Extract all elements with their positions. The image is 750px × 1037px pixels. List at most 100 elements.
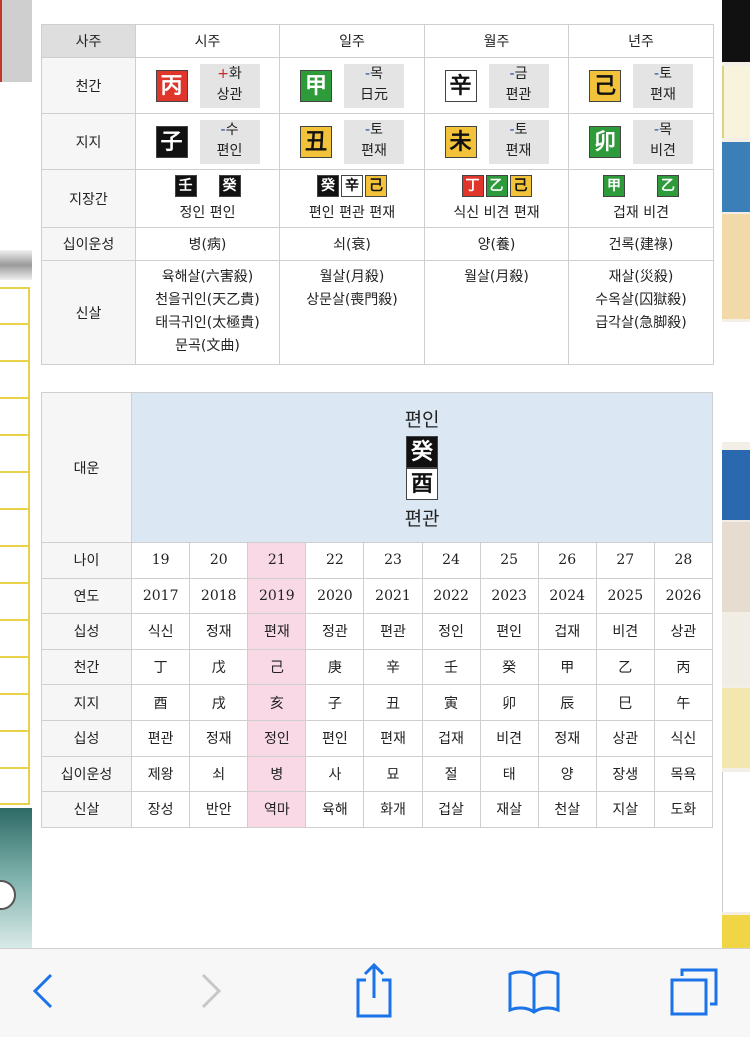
daeun-stem-god-cell: 상관 — [653, 613, 714, 650]
daeun-age-cell: 24 — [421, 542, 481, 579]
jijanggan-gods: 편인 편관 편재 — [308, 205, 396, 221]
daeun-year-cell: 2024 — [537, 577, 597, 615]
jijanggan-cell: 壬癸 정인 편인 — [135, 169, 280, 228]
stem-char: 辛 — [444, 69, 477, 102]
unseong-cell: 건록(建祿) — [568, 227, 714, 261]
daeun-year-cell: 2019 — [247, 577, 307, 615]
jiji-cell: 丑 -토 편재 — [279, 113, 425, 170]
daeun-branch-cell: 辰 — [537, 684, 597, 721]
cheongan-cell: 辛 -금 편관 — [424, 57, 569, 114]
daeun-stem-cell: 癸 — [479, 648, 539, 686]
daeun-stem-cell: 壬 — [421, 648, 481, 686]
daeun-stem-cell: 己 — [247, 648, 307, 686]
daeun-year-cell: 2026 — [653, 577, 714, 615]
saju-table: 사주 시주 일주 월주 년주 천간 丙 +화 상관 甲 -목 日元 辛 -금 편관 己 -토 편… — [41, 24, 714, 365]
header-wolju: 월주 — [424, 24, 569, 58]
row-label-jijanggan: 지장간 — [41, 169, 136, 228]
daeun-unseong-cell: 사 — [305, 755, 365, 793]
jiji-cell: 卯 -목 비견 — [568, 113, 714, 170]
stem-char: 己 — [589, 69, 621, 102]
row-label-jiji: 지지 — [41, 113, 136, 170]
header-saju: 사주 — [41, 24, 136, 58]
daeun-branch-cell: 亥 — [247, 684, 307, 721]
daeun-branch-cell: 卯 — [479, 684, 539, 721]
sinsal-cell: 재살(災殺) 수옥살(囚獄殺) 급각살(急脚殺) — [568, 260, 714, 365]
header-ilju: 일주 — [279, 24, 425, 58]
forward-button[interactable] — [180, 961, 240, 1021]
daeun-age-cell: 19 — [131, 542, 191, 579]
jijanggan-gods: 정인 편인 — [179, 205, 236, 221]
daeun-branch-god-cell: 정재 — [189, 719, 249, 757]
daeun-stem-cell: 戊 — [189, 648, 249, 686]
daeun-age-cell: 21 — [247, 542, 307, 579]
share-icon — [356, 962, 392, 1018]
daeun-age-cell: 25 — [479, 542, 539, 579]
tabs-icon — [670, 968, 718, 1016]
daeun-stem-god-cell: 정재 — [189, 613, 249, 650]
left-page-fragment — [0, 0, 32, 948]
branch-info: -토 편재 — [344, 119, 404, 164]
unseong-cell: 쇠(衰) — [279, 227, 425, 261]
right-ad-fragment — [722, 0, 750, 948]
daeun-stem-god-cell: 정관 — [305, 613, 365, 650]
daeun-sinsal-cell: 역마 — [247, 791, 307, 828]
row-label-age: 나이 — [40, 542, 133, 579]
daeun-unseong-cell: 묘 — [363, 755, 423, 793]
daeun-age-cell: 28 — [653, 542, 714, 579]
header-nyeonju: 년주 — [568, 24, 714, 58]
daeun-sinsal-cell: 도화 — [653, 791, 714, 828]
branch-char: 子 — [155, 125, 188, 158]
back-icon — [32, 973, 53, 1009]
daeun-stem-cell: 丁 — [131, 648, 191, 686]
branch-info: -수 편인 — [199, 119, 260, 164]
stem-char: 甲 — [300, 69, 332, 102]
daeun-branch-god-cell: 상관 — [595, 719, 655, 757]
daeun-sinsal-cell: 천살 — [537, 791, 597, 828]
browser-toolbar — [0, 948, 750, 1037]
branch-info: -토 편재 — [488, 119, 549, 164]
daeun-sinsal-cell: 장성 — [131, 791, 191, 828]
daeun-sinsal-cell: 재살 — [479, 791, 539, 828]
bookmarks-button[interactable] — [504, 961, 564, 1021]
branch-info: -목 비견 — [633, 119, 693, 164]
daeun-label: 대운 — [40, 392, 133, 543]
daeun-branch-cell: 丑 — [363, 684, 423, 721]
daeun-top-god: 편인 — [404, 408, 440, 431]
daeun-stem: 癸 — [406, 435, 439, 468]
daeun-stem-god-cell: 편관 — [363, 613, 423, 650]
daeun-unseong-cell: 병 — [247, 755, 307, 793]
daeun-branch-cell: 寅 — [421, 684, 481, 721]
daeun-age-cell: 27 — [595, 542, 655, 579]
daeun-stem-god-cell: 식신 — [131, 613, 191, 650]
row-label-sinsal: 신살 — [40, 791, 133, 828]
daeun-branch-cell: 子 — [305, 684, 365, 721]
daeun-unseong-cell: 쇠 — [189, 755, 249, 793]
forward-icon — [201, 973, 222, 1009]
daeun-branch-god-cell: 정인 — [247, 719, 307, 757]
daeun-year-cell: 2022 — [421, 577, 481, 615]
header-siju: 시주 — [135, 24, 280, 58]
daeun-branch-cell: 午 — [653, 684, 714, 721]
branch-char: 卯 — [589, 125, 621, 158]
daeun-stem-god-cell: 편재 — [247, 613, 307, 650]
stem-info: -토 편재 — [633, 63, 693, 108]
share-button[interactable] — [344, 961, 404, 1021]
daeun-table: 대운 편인 癸 酉 편관 나이 19 20 21 22 23 24 25 26 27 28 연도 201… — [40, 392, 714, 828]
row-label-year: 연도 — [40, 577, 133, 615]
stem-char: 丙 — [155, 69, 188, 102]
unseong-cell: 병(病) — [135, 227, 280, 261]
cheongan-cell: 丙 +화 상관 — [135, 57, 280, 114]
cheongan-cell: 甲 -목 日元 — [279, 57, 425, 114]
daeun-stem-cell: 辛 — [363, 648, 423, 686]
daeun-year-cell: 2023 — [479, 577, 539, 615]
daeun-branch-god-cell: 식신 — [653, 719, 714, 757]
sinsal-cell: 육해살(六害殺) 천을귀인(天乙貴) 태극귀인(太極貴) 문곡(文曲) — [135, 260, 280, 365]
cheongan-cell: 己 -토 편재 — [568, 57, 714, 114]
tabs-button[interactable] — [664, 961, 724, 1021]
daeun-branch: 酉 — [406, 467, 439, 500]
daeun-branch-god-cell: 편재 — [363, 719, 423, 757]
jijanggan-cell: 丁乙己 식신 비견 편재 — [424, 169, 569, 228]
daeun-current-panel: 편인 癸 酉 편관 — [131, 392, 713, 543]
back-button[interactable] — [14, 961, 74, 1021]
stem-info: +화 상관 — [199, 63, 260, 108]
